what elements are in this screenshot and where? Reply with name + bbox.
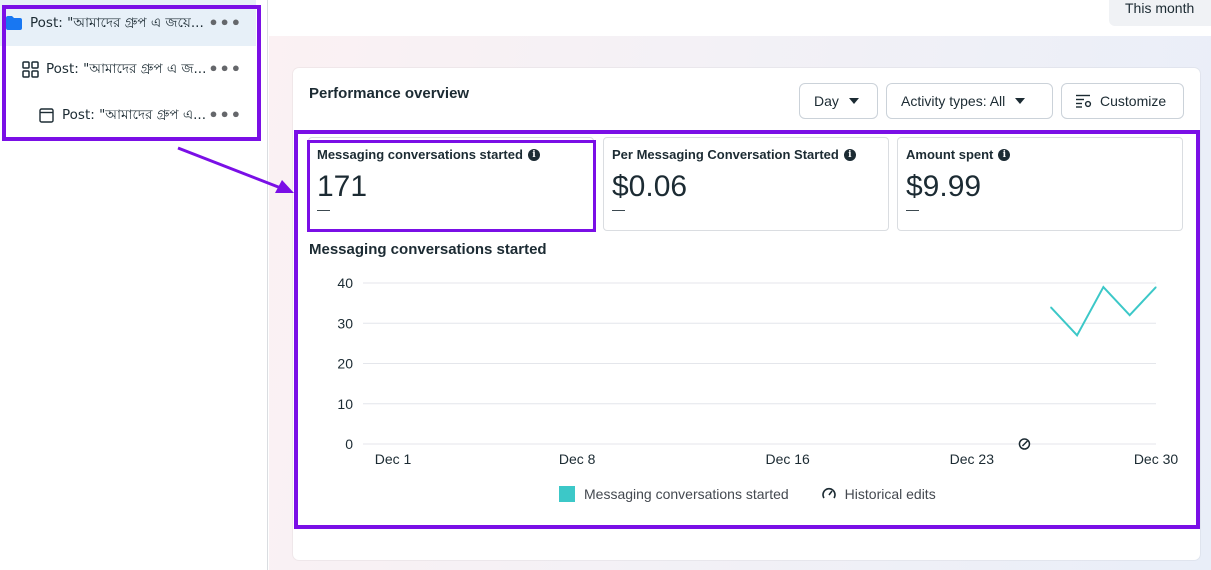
grid-icon xyxy=(22,61,39,82)
y-tick-label: 20 xyxy=(337,356,353,372)
data-point xyxy=(1102,286,1104,288)
customize-icon xyxy=(1076,94,1092,108)
date-range-select[interactable]: This month xyxy=(1109,0,1211,26)
metric-comparison: — xyxy=(906,202,919,217)
activity-types-dropdown[interactable]: Activity types: All xyxy=(886,83,1053,119)
tree-item-campaign[interactable]: Post: "আমাদের গ্রুপ এ জয়ে... ••• xyxy=(0,0,256,46)
customize-label: Customize xyxy=(1100,93,1167,109)
info-icon[interactable]: i xyxy=(527,148,540,161)
more-options-icon[interactable]: ••• xyxy=(208,60,242,79)
ad-icon xyxy=(39,108,54,127)
x-tick-label: Dec 30 xyxy=(1134,451,1179,467)
metric-label: Messaging conversations started xyxy=(317,147,523,162)
info-icon[interactable]: i xyxy=(843,148,856,161)
day-dropdown-label: Day xyxy=(814,93,839,109)
more-options-icon[interactable]: ••• xyxy=(208,106,242,125)
historical-edit-marker[interactable] xyxy=(1018,438,1031,450)
y-tick-label: 0 xyxy=(345,436,353,452)
annotation-arrow xyxy=(177,146,294,193)
campaign-tree-sidebar: Post: "আমাদের গ্রুপ এ জয়ে... ••• Post: … xyxy=(0,0,268,570)
info-icon[interactable]: i xyxy=(998,148,1011,161)
chart-title: Messaging conversations started xyxy=(309,241,547,258)
metric-amount-spent[interactable]: Amount spent i $9.99 — xyxy=(897,137,1183,231)
y-tick-label: 30 xyxy=(337,315,353,331)
tree-item-label: Post: "আমাদের গ্রুপ এ... xyxy=(62,106,207,123)
activity-types-label: Activity types: All xyxy=(901,93,1006,109)
x-tick-label: Dec 1 xyxy=(375,451,412,467)
day-dropdown[interactable]: Day xyxy=(799,83,878,119)
caret-down-icon xyxy=(848,98,859,104)
tree-item-label: Post: "আমাদের গ্রুপ এ জয়ে... xyxy=(30,14,204,31)
line-chart: 0 10 20 30 40 Dec 1 Dec 8 Dec 16 Dec 23 Dec 30 xyxy=(337,275,1179,467)
tree-item-ad[interactable]: Post: "আমাদের গ্রুপ এ... ••• xyxy=(0,92,256,138)
x-tick-label: Dec 8 xyxy=(559,451,596,467)
top-bar xyxy=(269,0,1211,36)
metric-cost-per-conversation[interactable]: Per Messaging Conversation Started i $0.0… xyxy=(603,137,889,231)
tree-item-label: Post: "আমাদের গ্রুপ এ জ... xyxy=(46,60,207,77)
metric-comparison: — xyxy=(317,202,330,217)
data-point xyxy=(1050,306,1052,308)
legend-historical-edits[interactable]: Historical edits xyxy=(821,486,936,502)
legend-label-historical: Historical edits xyxy=(844,486,936,502)
caret-down-icon xyxy=(1015,98,1026,104)
series-line-messaging xyxy=(1050,285,1157,338)
data-point xyxy=(1076,334,1078,336)
y-tick-label: 40 xyxy=(337,275,353,291)
chart-legend: Messaging conversations started Historic… xyxy=(559,486,936,502)
tree-item-adset[interactable]: Post: "আমাদের গ্রুপ এ জ... ••• xyxy=(0,46,256,92)
metric-messaging-conversations[interactable]: Messaging conversations started i 171 — xyxy=(308,137,594,231)
folder-icon xyxy=(6,16,22,34)
historical-edits-icon xyxy=(821,486,837,502)
metric-comparison: — xyxy=(612,202,625,217)
y-tick-label: 10 xyxy=(337,396,353,412)
legend-label-messaging: Messaging conversations started xyxy=(584,486,789,502)
metric-value: $9.99 xyxy=(906,170,982,203)
legend-swatch-messaging xyxy=(559,486,575,502)
metric-label: Amount spent xyxy=(906,147,994,162)
x-tick-label: Dec 16 xyxy=(765,451,810,467)
data-point xyxy=(1129,314,1131,316)
metric-label: Per Messaging Conversation Started xyxy=(612,147,839,162)
performance-title: Performance overview xyxy=(309,85,470,102)
more-options-icon[interactable]: ••• xyxy=(208,14,242,33)
data-point xyxy=(1155,286,1157,288)
metric-value: $0.06 xyxy=(612,170,688,203)
customize-button[interactable]: Customize xyxy=(1061,83,1184,119)
metric-value: 171 xyxy=(317,170,368,203)
x-tick-label: Dec 23 xyxy=(950,451,995,467)
